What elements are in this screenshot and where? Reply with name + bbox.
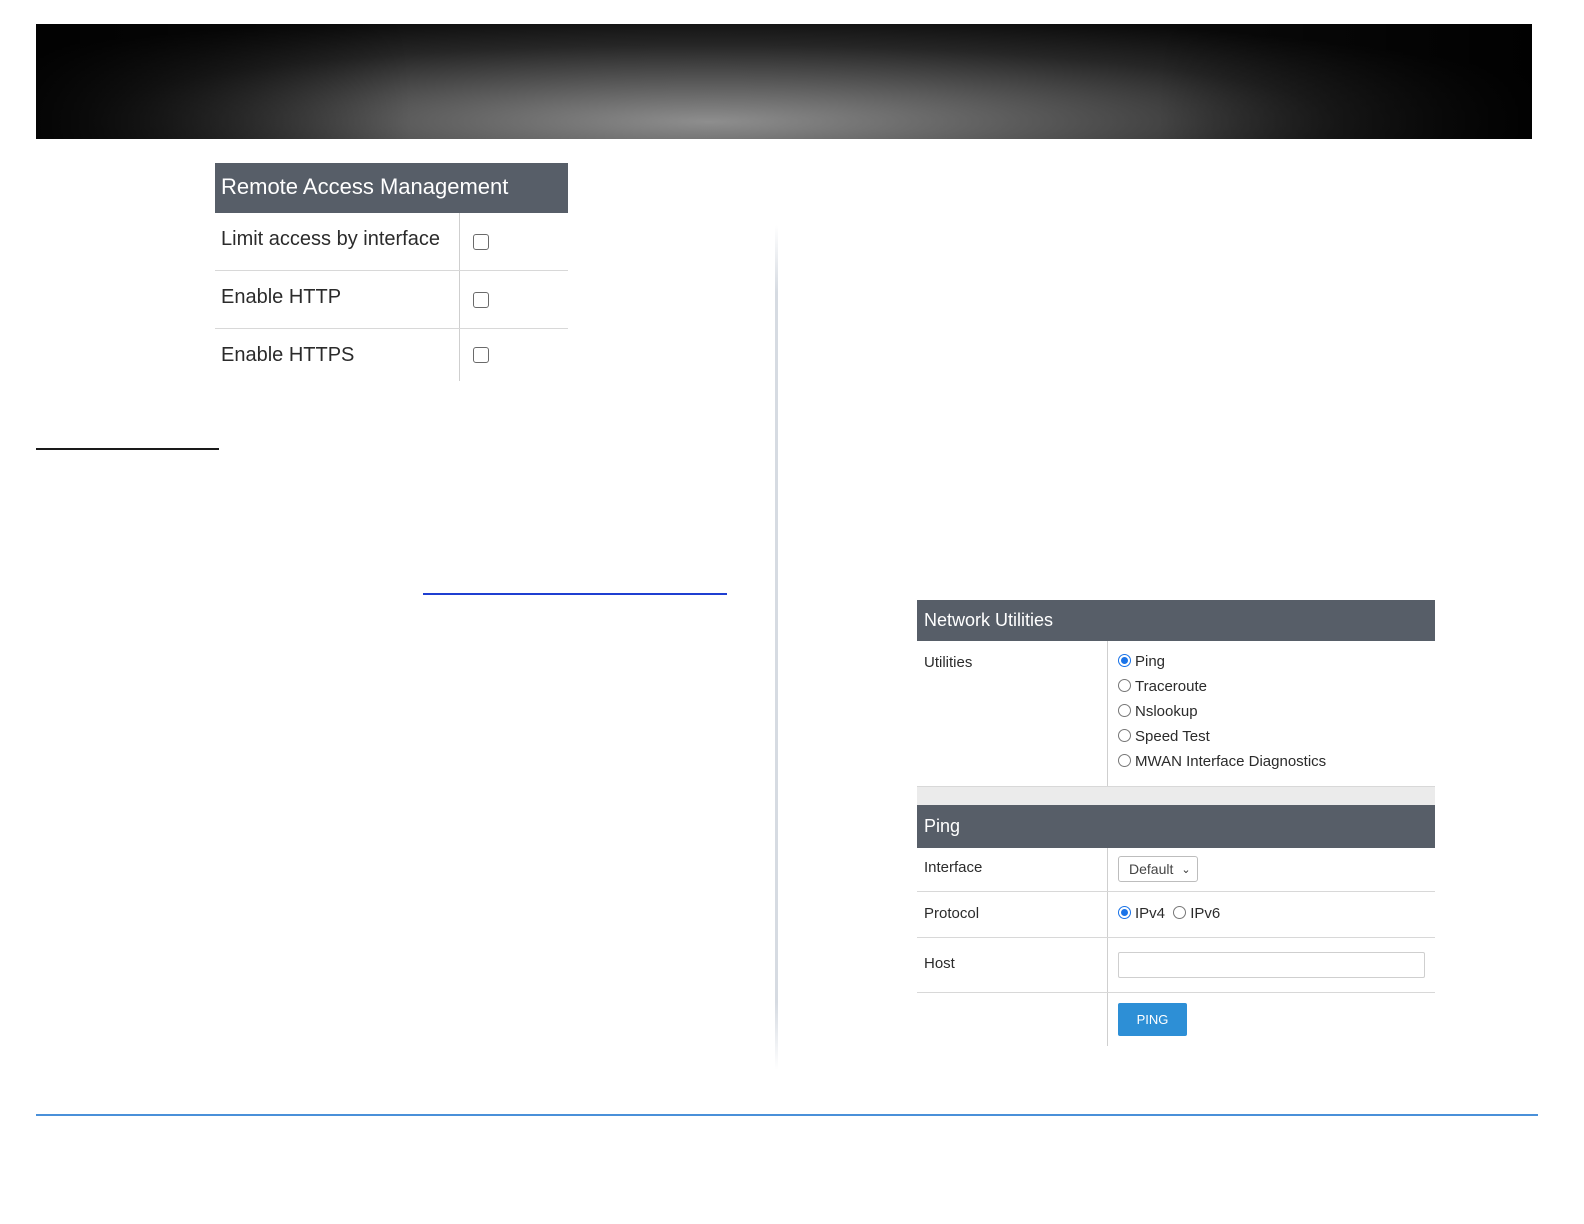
utility-option-label: Ping xyxy=(1135,653,1166,670)
utilities-label: Utilities xyxy=(917,641,1108,786)
ping-button[interactable]: PING xyxy=(1118,1003,1187,1036)
remote-access-title: Remote Access Management xyxy=(215,163,568,213)
host-row: Host xyxy=(917,938,1435,993)
host-input[interactable] xyxy=(1118,952,1425,978)
radio-icon[interactable] xyxy=(1118,704,1131,717)
ping-action-row: PING xyxy=(917,993,1435,1046)
radio-selected-icon[interactable] xyxy=(1118,906,1131,919)
protocol-option-ipv4[interactable]: IPv4 xyxy=(1118,905,1165,922)
interface-label: Interface xyxy=(917,848,1108,891)
protocol-row: Protocol IPv4 IPv6 xyxy=(917,892,1435,938)
utility-option-label: MWAN Interface Diagnostics xyxy=(1135,753,1327,770)
utility-option-label: Nslookup xyxy=(1135,703,1198,720)
utilities-row: Utilities Ping Traceroute Nslookup Speed… xyxy=(917,641,1435,787)
footer-line xyxy=(36,1114,1538,1116)
protocol-options: IPv4 IPv6 xyxy=(1108,892,1435,937)
enable-https-checkbox[interactable] xyxy=(473,347,489,363)
header-banner xyxy=(36,24,1532,139)
network-utilities-title: Network Utilities xyxy=(917,600,1435,641)
utility-option-label: Speed Test xyxy=(1135,728,1210,745)
radio-icon[interactable] xyxy=(1118,679,1131,692)
empty-cell xyxy=(917,993,1108,1046)
utility-option-label: Traceroute xyxy=(1135,678,1207,695)
utilities-options: Ping Traceroute Nslookup Speed Test MWAN… xyxy=(1108,641,1435,786)
enable-http-checkbox[interactable] xyxy=(473,291,489,308)
radio-icon[interactable] xyxy=(1118,729,1131,742)
limit-access-checkbox[interactable] xyxy=(473,233,489,250)
enable-https-row: Enable HTTPS xyxy=(215,329,568,381)
chevron-down-icon: ⌄ xyxy=(1181,863,1191,876)
interface-select-value: Default xyxy=(1129,861,1174,877)
protocol-option-label: IPv6 xyxy=(1190,905,1221,922)
utility-option-nslookup[interactable]: Nslookup xyxy=(1118,699,1435,724)
radio-icon[interactable] xyxy=(1173,906,1187,919)
limit-access-label: Limit access by interface xyxy=(215,213,460,270)
protocol-option-label: IPv4 xyxy=(1135,905,1166,922)
radio-icon[interactable] xyxy=(1118,754,1131,767)
utility-option-mwan[interactable]: MWAN Interface Diagnostics xyxy=(1118,749,1435,774)
ping-title: Ping xyxy=(917,805,1435,848)
protocol-label: Protocol xyxy=(917,892,1108,937)
radio-selected-icon[interactable] xyxy=(1118,654,1131,667)
interface-select[interactable]: Default ⌄ xyxy=(1118,856,1198,882)
protocol-option-ipv6[interactable]: IPv6 xyxy=(1173,905,1220,922)
network-utilities-panel: Network Utilities Utilities Ping Tracero… xyxy=(917,600,1435,1046)
utility-option-ping[interactable]: Ping xyxy=(1118,649,1435,674)
limit-access-row: Limit access by interface xyxy=(215,213,568,271)
section-spacer xyxy=(917,787,1435,805)
utility-option-speed-test[interactable]: Speed Test xyxy=(1118,724,1435,749)
enable-http-row: Enable HTTP xyxy=(215,271,568,329)
enable-http-label: Enable HTTP xyxy=(215,271,460,328)
enable-https-label: Enable HTTPS xyxy=(215,329,460,381)
host-label: Host xyxy=(917,938,1108,992)
column-divider xyxy=(775,225,778,1070)
hyperlink-underline[interactable] xyxy=(423,593,727,595)
remote-access-panel: Remote Access Management Limit access by… xyxy=(215,163,568,381)
interface-row: Interface Default ⌄ xyxy=(917,848,1435,892)
section-rule xyxy=(36,448,219,450)
utility-option-traceroute[interactable]: Traceroute xyxy=(1118,674,1435,699)
